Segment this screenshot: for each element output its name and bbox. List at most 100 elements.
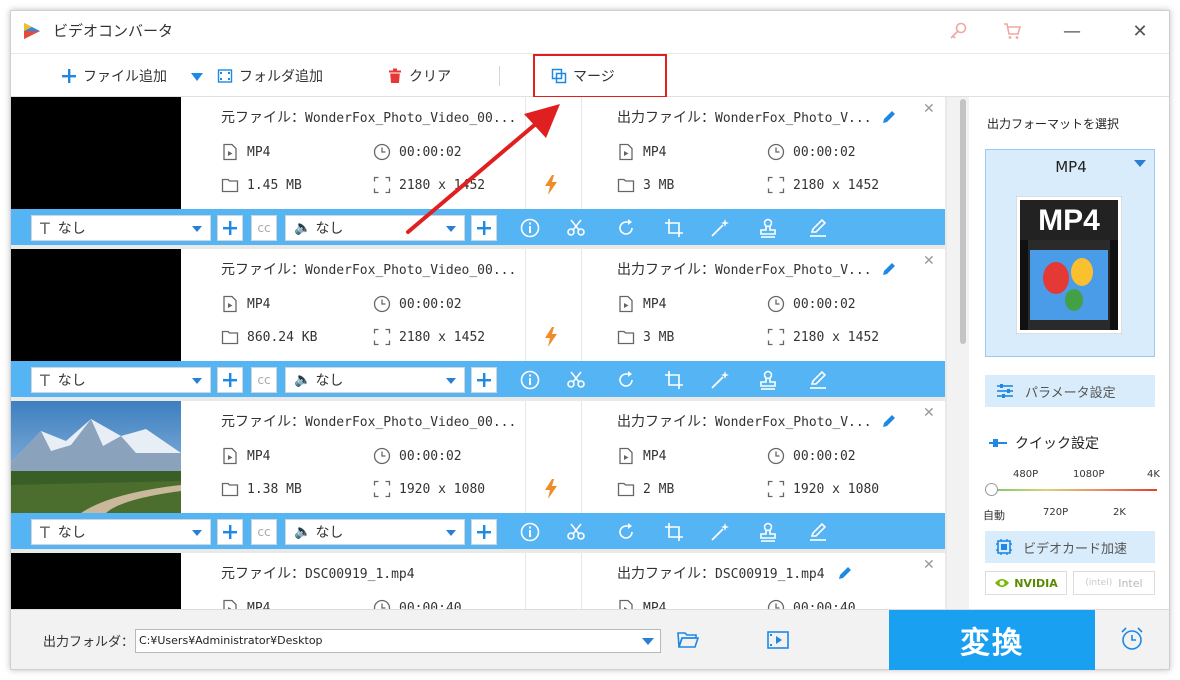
rename-pencil-icon[interactable]: [881, 261, 897, 277]
file-list-scrollbar[interactable]: [959, 97, 967, 609]
file-item[interactable]: 元ファイル：WonderFox_Photo_Video_00... MP4 00…: [11, 401, 945, 549]
parameter-settings-label: パラメータ設定: [1025, 385, 1116, 401]
quality-slider-track[interactable]: [991, 489, 1157, 491]
info-icon[interactable]: [519, 217, 541, 239]
magic-wand-icon[interactable]: [709, 521, 731, 543]
title-bar: ビデオコンバータ — ✕: [11, 11, 1169, 53]
edit-effects-icon[interactable]: [807, 369, 829, 391]
rename-pencil-icon[interactable]: [881, 413, 897, 429]
add-folder-button[interactable]: フォルダ追加: [217, 65, 323, 87]
remove-item-icon[interactable]: ✕: [923, 101, 935, 117]
file-item[interactable]: 元ファイル：WonderFox_Photo_Video_00... MP4 00…: [11, 249, 945, 397]
cart-icon[interactable]: [1001, 20, 1023, 42]
file-item[interactable]: 元ファイル：DSC00919_1.mp4 MP4 00:00:40 出力ファイル…: [11, 553, 945, 609]
source-duration: 00:00:02: [373, 295, 462, 313]
minimize-button[interactable]: —: [1057, 17, 1087, 47]
edit-effects-icon[interactable]: [807, 521, 829, 543]
subtitle-select[interactable]: T なし: [31, 215, 211, 241]
app-title: ビデオコンバータ: [53, 22, 174, 40]
output-file-name: WonderFox_Photo_V...: [715, 111, 872, 126]
stamp-watermark-icon[interactable]: [757, 521, 779, 543]
subtitle-select[interactable]: T なし: [31, 367, 211, 393]
nvidia-eye-icon: [995, 579, 1010, 587]
scissors-icon[interactable]: [565, 217, 587, 239]
format-dropdown-icon[interactable]: [1134, 160, 1146, 167]
video-thumbnail[interactable]: [11, 553, 181, 609]
add-file-dropdown-icon[interactable]: [191, 73, 203, 81]
app-logo-icon: [24, 23, 40, 39]
audio-track-select[interactable]: 🔈 なし: [285, 215, 465, 241]
output-file-name: WonderFox_Photo_V...: [715, 263, 872, 278]
video-thumbnail[interactable]: [11, 401, 181, 513]
output-format-selector[interactable]: MP4 MP4: [985, 149, 1155, 357]
quality-label-480p: 480P: [1013, 469, 1039, 480]
video-thumbnail[interactable]: [11, 97, 181, 209]
quality-label-auto: 自動: [983, 509, 1005, 522]
stamp-watermark-icon[interactable]: [757, 217, 779, 239]
add-audio-button[interactable]: [471, 215, 497, 241]
open-folder-icon[interactable]: [677, 630, 699, 650]
info-icon[interactable]: [519, 521, 541, 543]
stamp-watermark-icon[interactable]: [757, 369, 779, 391]
scissors-icon[interactable]: [565, 521, 587, 543]
clear-button[interactable]: クリア: [387, 65, 451, 87]
clear-label: クリア: [409, 69, 451, 85]
info-icon[interactable]: [519, 369, 541, 391]
text-t-icon: T: [40, 218, 50, 238]
crop-icon[interactable]: [663, 521, 685, 543]
folder-size-icon: [221, 482, 239, 497]
magic-wand-icon[interactable]: [709, 369, 731, 391]
intel-toggle[interactable]: (intel) Intel: [1073, 571, 1155, 595]
magic-wand-icon[interactable]: [709, 217, 731, 239]
convert-button[interactable]: 変換: [889, 610, 1095, 670]
edit-effects-icon[interactable]: [807, 217, 829, 239]
path-dropdown-icon[interactable]: [642, 638, 654, 645]
crop-icon[interactable]: [663, 217, 685, 239]
output-duration: 00:00:40: [767, 599, 856, 609]
remove-item-icon[interactable]: ✕: [923, 405, 935, 421]
scissors-icon[interactable]: [565, 369, 587, 391]
parameter-settings-button[interactable]: パラメータ設定: [985, 375, 1155, 407]
clock-icon: [767, 295, 785, 313]
scrollbar-thumb[interactable]: [960, 99, 966, 344]
quality-slider-knob[interactable]: [985, 483, 998, 496]
rename-pencil-icon[interactable]: [837, 565, 853, 581]
output-preview-icon[interactable]: [767, 630, 789, 650]
rename-pencil-icon[interactable]: [881, 109, 897, 125]
rotate-icon[interactable]: [615, 369, 637, 391]
output-file-label: 出力ファイル：DSC00919_1.mp4: [617, 566, 825, 582]
audio-track-select[interactable]: 🔈 なし: [285, 367, 465, 393]
video-thumbnail[interactable]: [11, 249, 181, 361]
alarm-clock-icon[interactable]: [1119, 626, 1145, 652]
crop-icon[interactable]: [663, 369, 685, 391]
cc-settings-button[interactable]: cc: [251, 519, 277, 545]
add-subtitle-button[interactable]: [217, 519, 243, 545]
cc-settings-button[interactable]: cc: [251, 215, 277, 241]
gpu-acceleration-button[interactable]: ビデオカード加速: [985, 531, 1155, 563]
subtitle-select[interactable]: T なし: [31, 519, 211, 545]
add-audio-button[interactable]: [471, 367, 497, 393]
file-item[interactable]: 元ファイル：WonderFox_Photo_Video_00... MP4 00…: [11, 97, 945, 245]
remove-item-icon[interactable]: ✕: [923, 557, 935, 573]
add-file-button[interactable]: ファイル追加: [61, 65, 167, 87]
close-window-button[interactable]: ✕: [1125, 17, 1155, 47]
audio-track-select[interactable]: 🔈 なし: [285, 519, 465, 545]
source-resolution: 2180 x 1452: [373, 328, 485, 346]
output-folder-label: 出力フォルダ：: [43, 635, 135, 650]
output-format: MP4: [617, 447, 666, 465]
add-file-label: ファイル追加: [83, 69, 167, 85]
cc-settings-button[interactable]: cc: [251, 367, 277, 393]
output-path-field[interactable]: C:¥Users¥Administrator¥Desktop: [135, 629, 661, 653]
bottom-bar: 出力フォルダ： C:¥Users¥Administrator¥Desktop 変…: [11, 609, 1169, 670]
clock-icon: [373, 447, 391, 465]
add-subtitle-button[interactable]: [217, 215, 243, 241]
rotate-icon[interactable]: [615, 217, 637, 239]
add-audio-button[interactable]: [471, 519, 497, 545]
remove-item-icon[interactable]: ✕: [923, 253, 935, 269]
nvidia-toggle[interactable]: NVIDIA: [985, 571, 1067, 595]
rotate-icon[interactable]: [615, 521, 637, 543]
output-format: MP4: [617, 599, 666, 609]
add-subtitle-button[interactable]: [217, 367, 243, 393]
key-icon[interactable]: [947, 20, 969, 42]
source-resolution: 1920 x 1080: [373, 480, 485, 498]
